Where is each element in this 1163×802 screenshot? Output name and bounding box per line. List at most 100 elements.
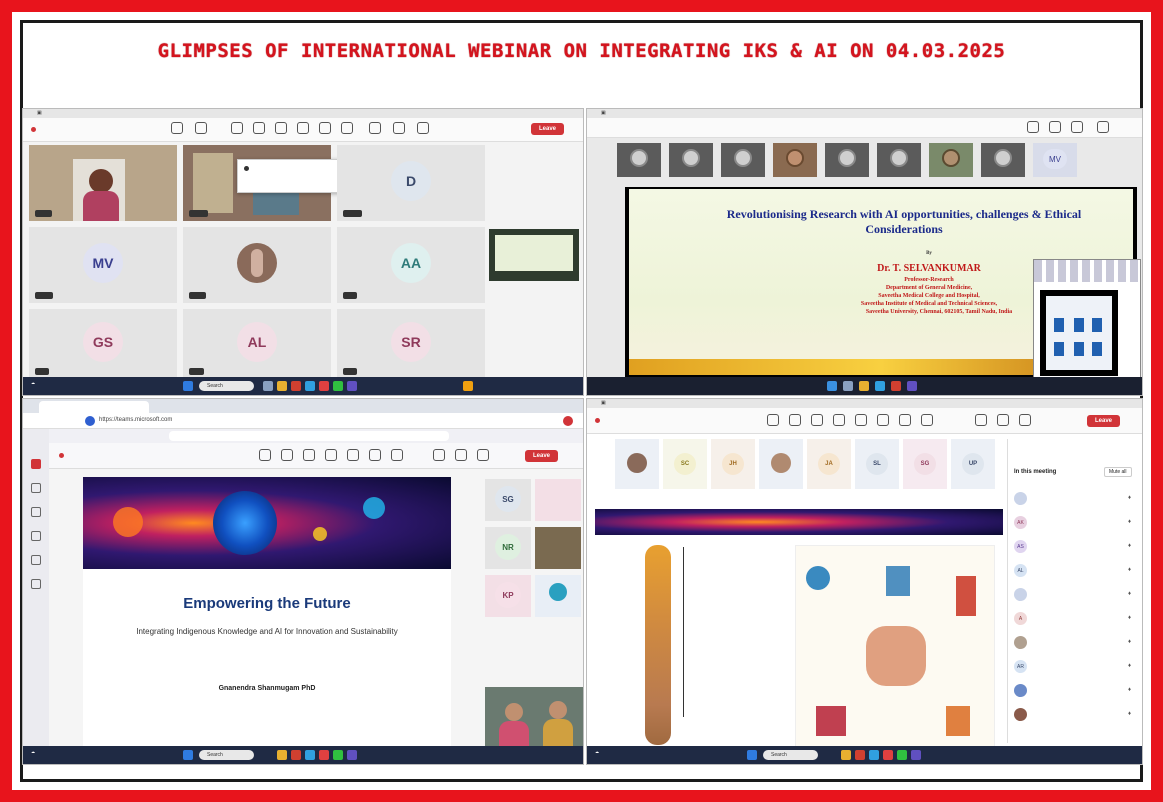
teams-icon[interactable]: [347, 750, 357, 760]
windows-start-icon[interactable]: [183, 381, 193, 391]
list-item[interactable]: ♦: [1014, 585, 1131, 607]
windows-start-icon[interactable]: [747, 750, 757, 760]
people-icon[interactable]: [195, 122, 207, 134]
app-icon[interactable]: [291, 750, 301, 760]
raise-hand-icon[interactable]: [811, 414, 823, 426]
raise-hand-icon[interactable]: [303, 449, 315, 461]
file-explorer-icon[interactable]: [859, 381, 869, 391]
people-icon[interactable]: [789, 414, 801, 426]
apps-icon[interactable]: [899, 414, 911, 426]
app-icon[interactable]: [891, 381, 901, 391]
app-icon[interactable]: [333, 381, 343, 391]
mic-icon[interactable]: [393, 122, 405, 134]
file-explorer-icon[interactable]: [277, 381, 287, 391]
mic-icon[interactable]: ♦: [1128, 519, 1131, 525]
mic-icon[interactable]: ♦: [1128, 567, 1131, 573]
mic-icon[interactable]: ♦: [1128, 591, 1131, 597]
more-icon[interactable]: [341, 122, 353, 134]
taskbar-search[interactable]: Search: [199, 381, 254, 391]
notes-icon[interactable]: [877, 414, 889, 426]
share-icon[interactable]: [417, 122, 429, 134]
teams-icon[interactable]: [347, 381, 357, 391]
more-icon[interactable]: [391, 449, 403, 461]
react-icon[interactable]: [253, 122, 265, 134]
more-icon[interactable]: [921, 414, 933, 426]
raise-hand-icon[interactable]: [231, 122, 243, 134]
file-explorer-icon[interactable]: [277, 750, 287, 760]
chat-icon[interactable]: [1027, 121, 1039, 133]
list-item[interactable]: AK ♦: [1014, 513, 1131, 535]
share-icon[interactable]: [1019, 414, 1031, 426]
mic-icon[interactable]: ♦: [1128, 639, 1131, 645]
list-item[interactable]: ♦: [1014, 489, 1131, 511]
files-icon[interactable]: [31, 579, 41, 589]
taskbar-search[interactable]: Search: [199, 750, 254, 760]
view-icon[interactable]: [275, 122, 287, 134]
edge-icon[interactable]: [305, 381, 315, 391]
url-field[interactable]: https://teams.microsoft.com: [99, 417, 172, 423]
people-icon[interactable]: [281, 449, 293, 461]
chat-icon[interactable]: [259, 449, 271, 461]
edge-icon[interactable]: [875, 381, 885, 391]
chat-icon[interactable]: [767, 414, 779, 426]
teams-icon[interactable]: [31, 507, 41, 517]
alert-icon[interactable]: [463, 381, 473, 391]
mic-icon[interactable]: ♦: [1128, 543, 1131, 549]
app-icon[interactable]: [291, 381, 301, 391]
file-explorer-icon[interactable]: [841, 750, 851, 760]
mic-icon[interactable]: ♦: [1128, 687, 1131, 693]
list-item[interactable]: A ♦: [1014, 609, 1131, 631]
app-icon[interactable]: [333, 750, 343, 760]
people-icon[interactable]: [1049, 121, 1061, 133]
teams-icon[interactable]: [911, 750, 921, 760]
view-icon[interactable]: [855, 414, 867, 426]
chat-icon[interactable]: [31, 483, 41, 493]
list-item[interactable]: AL ♦: [1014, 561, 1131, 583]
app-icon[interactable]: [897, 750, 907, 760]
app-icon[interactable]: [855, 750, 865, 760]
apps-icon[interactable]: [319, 122, 331, 134]
leave-button[interactable]: Leave: [531, 123, 565, 135]
leave-button[interactable]: Leave: [525, 450, 559, 462]
view-icon[interactable]: [347, 449, 359, 461]
activity-icon[interactable]: [31, 459, 41, 469]
taskbar-search[interactable]: Search: [763, 750, 818, 760]
mic-icon[interactable]: [997, 414, 1009, 426]
profile-icon[interactable]: [563, 416, 573, 426]
mic-icon[interactable]: [455, 449, 467, 461]
mic-icon[interactable]: ♦: [1128, 495, 1131, 501]
chrome-icon[interactable]: [319, 381, 329, 391]
list-item[interactable]: ♦: [1014, 705, 1131, 727]
task-view-icon[interactable]: [263, 381, 273, 391]
react-icon[interactable]: [325, 449, 337, 461]
edge-icon[interactable]: [869, 750, 879, 760]
chrome-icon[interactable]: [319, 750, 329, 760]
list-item[interactable]: ♦: [1014, 633, 1131, 655]
mic-icon[interactable]: ♦: [1128, 615, 1131, 621]
camera-icon[interactable]: [369, 122, 381, 134]
mute-all-button[interactable]: Mute all: [1104, 467, 1132, 477]
teams-search[interactable]: [169, 431, 449, 441]
apps-icon[interactable]: [369, 449, 381, 461]
calendar-icon[interactable]: [31, 531, 41, 541]
chrome-icon[interactable]: [883, 750, 893, 760]
mic-icon[interactable]: ♦: [1128, 711, 1131, 717]
app-icon[interactable]: [843, 381, 853, 391]
react-icon[interactable]: [1071, 121, 1083, 133]
react-icon[interactable]: [833, 414, 845, 426]
leave-button[interactable]: Leave: [1087, 415, 1121, 427]
list-item[interactable]: AS ♦: [1014, 537, 1131, 559]
share-icon[interactable]: [477, 449, 489, 461]
notes-icon[interactable]: [297, 122, 309, 134]
mic-icon[interactable]: ♦: [1128, 663, 1131, 669]
teams-icon[interactable]: [907, 381, 917, 391]
camera-icon[interactable]: [433, 449, 445, 461]
calls-icon[interactable]: [31, 555, 41, 565]
edge-icon[interactable]: [305, 750, 315, 760]
camera-icon[interactable]: [975, 414, 987, 426]
shared-screen-thumbnail[interactable]: [489, 229, 579, 281]
windows-start-icon[interactable]: [183, 750, 193, 760]
list-item[interactable]: ♦: [1014, 681, 1131, 703]
windows-start-icon[interactable]: [827, 381, 837, 391]
list-item[interactable]: AR ♦: [1014, 657, 1131, 679]
